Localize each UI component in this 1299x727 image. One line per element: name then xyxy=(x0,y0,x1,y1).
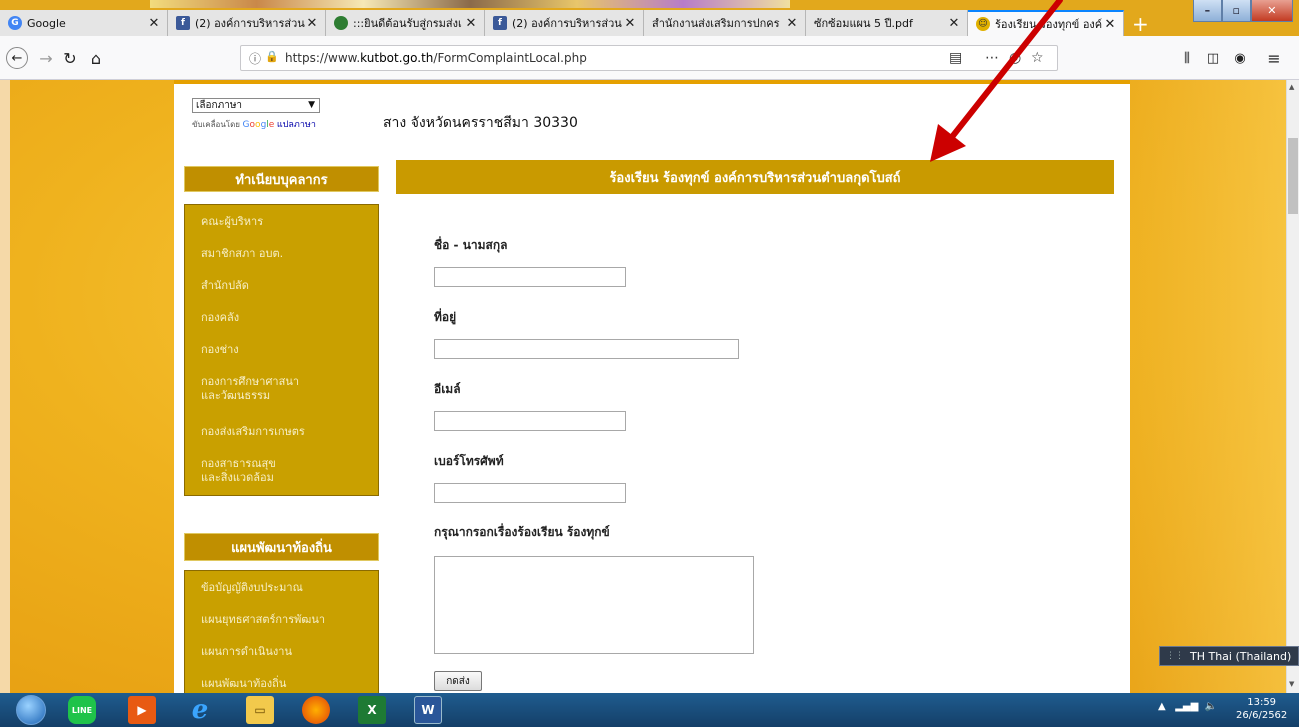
firefox-icon[interactable] xyxy=(302,696,330,724)
excel-icon[interactable]: X xyxy=(358,696,386,724)
grip-icon: ⋮⋮ xyxy=(1166,651,1184,661)
internet-explorer-icon[interactable]: e xyxy=(186,695,214,725)
file-explorer-icon[interactable]: ▭ xyxy=(246,696,274,724)
scroll-up-icon[interactable]: ▲ xyxy=(1289,83,1294,91)
scroll-down-icon[interactable]: ▼ xyxy=(1289,680,1294,688)
system-tray-icons[interactable]: ▲ ▂▄▆ 🔈 xyxy=(1158,701,1217,712)
word-icon[interactable]: W xyxy=(414,696,442,724)
annotation-arrow-icon xyxy=(930,0,1063,162)
page-scrollbar[interactable]: ▲ ▼ xyxy=(1286,80,1299,693)
scrollbar-thumb[interactable] xyxy=(1288,138,1298,214)
clock[interactable]: 13:59 26/6/2562 xyxy=(1236,696,1287,722)
os-language-bar[interactable]: ⋮⋮ TH Thai (Thailand) xyxy=(1159,646,1299,666)
media-player-icon[interactable]: ▶ xyxy=(128,696,156,724)
line-app-icon[interactable]: LINE xyxy=(68,696,96,724)
start-button[interactable] xyxy=(16,695,46,725)
windows-taskbar: LINE ▶ e ▭ X W ▲ ▂▄▆ 🔈 13:59 26/6/2562 xyxy=(0,693,1299,727)
